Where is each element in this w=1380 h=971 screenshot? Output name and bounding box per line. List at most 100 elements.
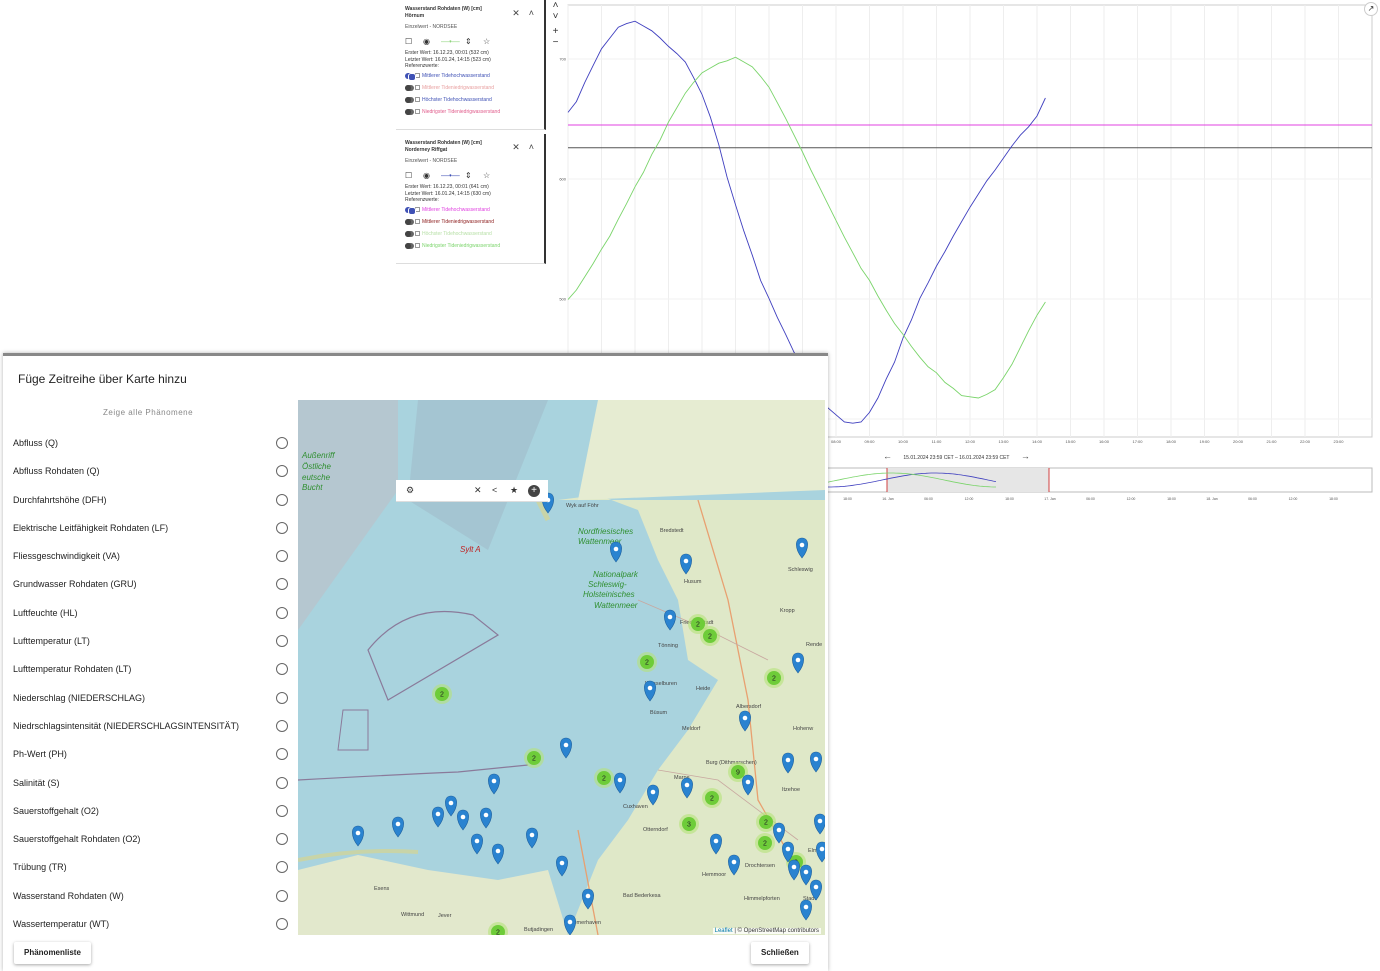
phenomenon-item[interactable]: Abfluss Rohdaten (Q) [13,462,293,490]
phenomenon-list-button[interactable]: Phänomenliste [14,942,91,964]
phenomenon-item[interactable]: Salinität (S) [13,774,293,802]
phenomenon-item[interactable]: Luftfeuchte (HL) [13,604,293,632]
chevron-up-icon[interactable]: ˄ [548,0,563,11]
station-pin-icon[interactable] [644,680,656,702]
reference-toggle-row[interactable]: Mittlerer Tidehochwasserstand [405,70,544,82]
station-pin-icon[interactable] [664,609,676,631]
station-pin-icon[interactable] [480,807,492,829]
leaflet-link[interactable]: Leaflet [715,928,733,934]
radio-button[interactable] [276,691,288,704]
close-icon[interactable]: ✕ [512,142,520,152]
toggle-switch[interactable] [405,96,414,103]
close-icon[interactable]: ✕ [512,8,520,18]
radio-button[interactable] [276,521,288,534]
phenomenon-item[interactable]: Lufttemperatur Rohdaten (LT) [13,660,293,688]
gear-icon[interactable]: ⚙ [406,485,414,496]
show-all-phenomena-button[interactable]: Zeige alle Phänomene [103,408,193,417]
reference-toggle-row[interactable]: Mittlerer Tideniedrigwasserstand [405,216,544,228]
phenomenon-item[interactable]: Grundwasser Rohdaten (GRU) [13,575,293,603]
chevron-up-icon[interactable]: ˄ [529,8,534,18]
radio-button[interactable] [276,889,288,902]
star-icon[interactable]: ★ [510,485,518,496]
radio-button[interactable] [276,804,288,817]
toggle-switch[interactable] [405,242,414,249]
eye-icon[interactable]: ◉ [423,37,430,46]
station-pin-icon[interactable] [488,773,500,795]
toggle-switch[interactable] [405,206,416,215]
toggle-switch[interactable] [405,84,414,91]
share-icon[interactable]: < [492,485,497,495]
line-style-icon[interactable]: —•— [441,171,460,180]
toggle-switch[interactable] [405,108,414,115]
radio-button[interactable] [276,550,288,563]
radio-button[interactable] [276,578,288,591]
close-button[interactable]: Schließen [751,942,809,964]
toggle-switch[interactable] [405,218,414,225]
phenomenon-item[interactable]: Niedrschlagsintensität (NIEDERSCHLAGSINT… [13,717,293,745]
chevron-up-icon[interactable]: ˄ [529,142,534,152]
reference-toggle-row[interactable]: Niedrigster Tideniedrigwasserstand [405,240,544,252]
legend-card-norderney[interactable]: Wasserstand Rohdaten (W) [cm] Norderney … [396,134,546,264]
phenomenon-item[interactable]: Trübung (TR) [13,858,293,886]
zoom-out-icon[interactable]: − [548,37,563,48]
phenomenon-item[interactable]: Ph-Wert (PH) [13,745,293,773]
toggle-switch[interactable] [405,230,414,237]
phenomenon-item[interactable]: Durchfahrtshöhe (DFH) [13,491,293,519]
add-icon[interactable]: + [528,485,540,497]
reference-toggle-row[interactable]: Höchster Tidehochwasserstand [405,228,544,240]
radio-button[interactable] [276,663,288,676]
legend-card-hoernum[interactable]: Wasserstand Rohdaten (W) [cm] Hörnum Ein… [396,0,546,130]
radio-button[interactable] [276,635,288,648]
eye-icon[interactable]: ◉ [423,171,430,180]
radio-button[interactable] [276,833,288,846]
phenomenon-item[interactable]: Sauerstoffgehalt (O2) [13,802,293,830]
chart-options-icon[interactable]: ↗ [1364,2,1378,16]
radio-button[interactable] [276,465,288,478]
radio-button[interactable] [276,719,288,732]
radio-button[interactable] [276,918,288,931]
radio-button[interactable] [276,861,288,874]
updown-icon[interactable]: ⇕ [465,37,472,46]
phenomenon-item[interactable]: Elektrische Leitfähigkeit Rohdaten (LF) [13,519,293,547]
station-pin-icon[interactable] [445,795,457,817]
phenomenon-item[interactable]: Niederschlag (NIEDERSCHLAG) [13,689,293,717]
updown-icon[interactable]: ⇕ [465,171,472,180]
radio-button[interactable] [276,493,288,506]
reference-toggle-row[interactable]: Mittlerer Tideniedrigwasserstand [405,82,544,94]
station-pin-icon[interactable] [614,772,626,794]
station-map[interactable]: Außenriff Östliche eutsche Bucht Sylt A Nordf… [298,400,825,935]
station-pin-icon[interactable] [610,541,622,563]
station-pin-icon[interactable] [392,816,404,838]
station-pin-icon[interactable] [560,737,572,759]
station-pin-icon[interactable] [492,843,504,865]
star-outline-icon[interactable]: ☆ [483,37,490,46]
chevron-down-icon[interactable]: ˅ [548,11,563,22]
phenomenon-item[interactable]: Sauerstoffgehalt Rohdaten (O2) [13,830,293,858]
phenomenon-item[interactable]: Wassertemperatur (WT) [13,915,293,943]
station-pin-icon[interactable] [526,827,538,849]
station-pin-icon[interactable] [556,855,568,877]
osm-attribution[interactable]: | © OpenStreetMap contributors [734,928,819,934]
station-pin-icon[interactable] [471,833,483,855]
arrow-left-icon[interactable]: ← [883,451,892,461]
map-tiles[interactable]: Außenriff Östliche eutscheBucht Sylt A Nordf… [298,400,825,935]
phenomenon-item[interactable]: Abfluss (Q) [13,434,293,462]
phenomenon-item[interactable]: Lufttemperatur (LT) [13,632,293,660]
radio-button[interactable] [276,606,288,619]
phenomenon-item[interactable]: Fliessgeschwindigkeit (VA) [13,547,293,575]
star-outline-icon[interactable]: ☆ [483,171,490,180]
radio-button[interactable] [276,776,288,789]
phenomenon-item[interactable]: Wasserstand Rohdaten (W) [13,887,293,915]
reference-toggle-row[interactable]: Mittlerer Tidehochwasserstand [405,204,544,216]
line-style-icon[interactable]: —•— [441,37,460,46]
zoom-in-icon[interactable]: + [548,26,563,37]
station-pin-icon[interactable] [432,806,444,828]
reference-toggle-row[interactable]: Niedrigster Tideniedrigwasserstand [405,106,544,118]
toggle-switch[interactable] [405,72,416,81]
checkbox-icon[interactable]: ☐ [405,37,412,46]
overview-selection[interactable] [887,468,1049,492]
reference-toggle-row[interactable]: Höchster Tidehochwasserstand [405,94,544,106]
close-icon[interactable]: ✕ [474,485,482,496]
radio-button[interactable] [276,748,288,761]
radio-button[interactable] [276,437,288,449]
